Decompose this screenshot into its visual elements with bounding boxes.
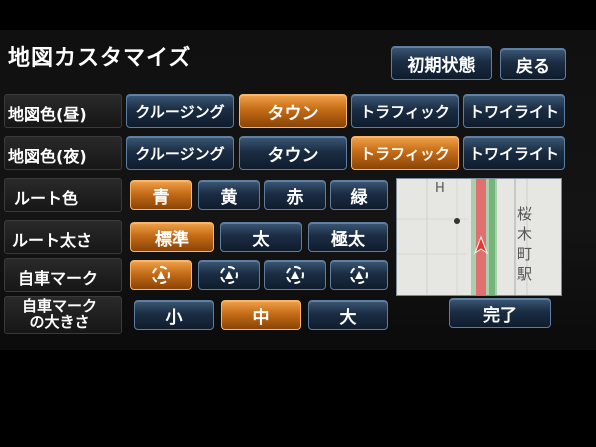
- route-color-blue-button[interactable]: 青: [130, 180, 192, 210]
- map-preview-station-char-1: 桜: [517, 205, 533, 223]
- map-preview-roads: [397, 179, 561, 295]
- map-preview: H 桜 木 町 駅: [396, 178, 562, 296]
- car-mark-style-4-button[interactable]: [330, 260, 388, 290]
- back-button[interactable]: 戻る: [500, 48, 566, 80]
- car-mark-size-medium-button[interactable]: 中: [221, 300, 301, 330]
- map-color-day-town-button[interactable]: タウン: [239, 94, 347, 128]
- car-mark-size-label: 自車マーク の大きさ: [22, 298, 97, 330]
- map-preview-station-char-4: 駅: [517, 265, 533, 283]
- route-width-extra-thick-button[interactable]: 極太: [308, 222, 388, 252]
- car-mark-label: 自車マーク: [18, 269, 99, 288]
- car-arrow-icon: [152, 266, 170, 284]
- map-color-day-label: 地図色(昼): [8, 105, 87, 124]
- page-title: 地図カスタマイズ: [8, 46, 192, 71]
- route-color-red-button[interactable]: 赤: [264, 180, 326, 210]
- map-color-night-town-button[interactable]: タウン: [239, 136, 347, 170]
- route-width-label: ルート太さ: [12, 231, 93, 250]
- map-color-night-traffic-button[interactable]: トラフィック: [351, 136, 459, 170]
- map-color-day-twilight-button[interactable]: トワイライト: [463, 94, 565, 128]
- map-color-day-traffic-button[interactable]: トラフィック: [351, 94, 459, 128]
- map-preview-station-char-2: 木: [517, 225, 533, 243]
- car-mark-style-2-button[interactable]: [198, 260, 260, 290]
- car-mark-size-label-line2: の大きさ: [29, 313, 90, 331]
- map-color-night-twilight-button[interactable]: トワイライト: [463, 136, 565, 170]
- car-mark-size-large-button[interactable]: 大: [308, 300, 388, 330]
- map-preview-hospital-mark: H: [435, 181, 445, 196]
- map-color-night-cruising-button[interactable]: クルージング: [126, 136, 234, 170]
- car-mark-style-3-button[interactable]: [264, 260, 326, 290]
- route-color-yellow-button[interactable]: 黄: [198, 180, 260, 210]
- car-arrow-icon: [286, 266, 304, 284]
- route-width-standard-button[interactable]: 標準: [130, 222, 214, 252]
- car-arrow-icon: [350, 266, 368, 284]
- done-button[interactable]: 完了: [449, 298, 551, 328]
- map-color-day-cruising-button[interactable]: クルージング: [126, 94, 234, 128]
- route-width-thick-button[interactable]: 太: [220, 222, 302, 252]
- route-color-label: ルート色: [14, 189, 79, 208]
- car-mark-size-label-line1: 自車マーク: [22, 297, 98, 315]
- reset-defaults-button[interactable]: 初期状態: [391, 46, 492, 80]
- map-color-night-label: 地図色(夜): [8, 147, 87, 166]
- car-mark-size-small-button[interactable]: 小: [134, 300, 214, 330]
- car-mark-style-1-button[interactable]: [130, 260, 192, 290]
- route-color-green-button[interactable]: 緑: [330, 180, 388, 210]
- car-arrow-icon: [220, 266, 238, 284]
- map-preview-station-char-3: 町: [517, 245, 533, 263]
